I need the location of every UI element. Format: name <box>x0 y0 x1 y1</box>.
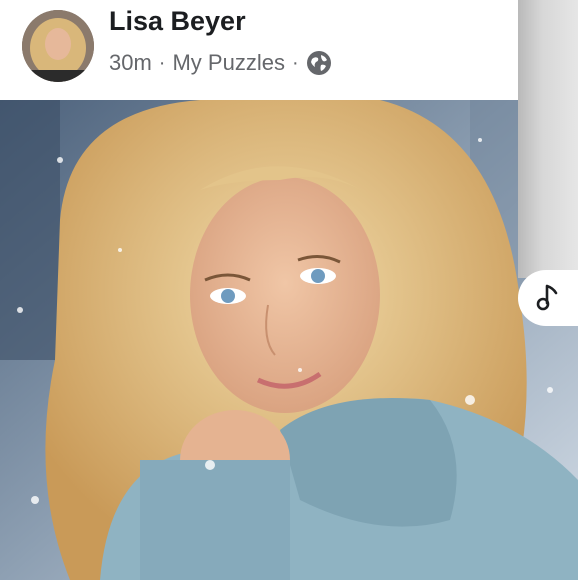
meta-separator-2: · <box>291 51 299 74</box>
music-note-icon <box>536 284 558 311</box>
author-name[interactable]: Lisa Beyer <box>109 6 246 37</box>
post-photo[interactable] <box>0 100 578 580</box>
globe-icon <box>306 50 332 76</box>
music-button[interactable] <box>518 270 578 326</box>
author-avatar[interactable] <box>22 10 94 82</box>
post-timestamp[interactable]: 30m <box>109 50 152 76</box>
post-header: Lisa Beyer 30m · My Puzzles · <box>0 0 518 100</box>
post-meta: 30m · My Puzzles · <box>109 48 332 78</box>
group-name[interactable]: My Puzzles <box>172 50 284 76</box>
side-panel <box>518 0 578 278</box>
meta-separator: · <box>158 51 166 74</box>
